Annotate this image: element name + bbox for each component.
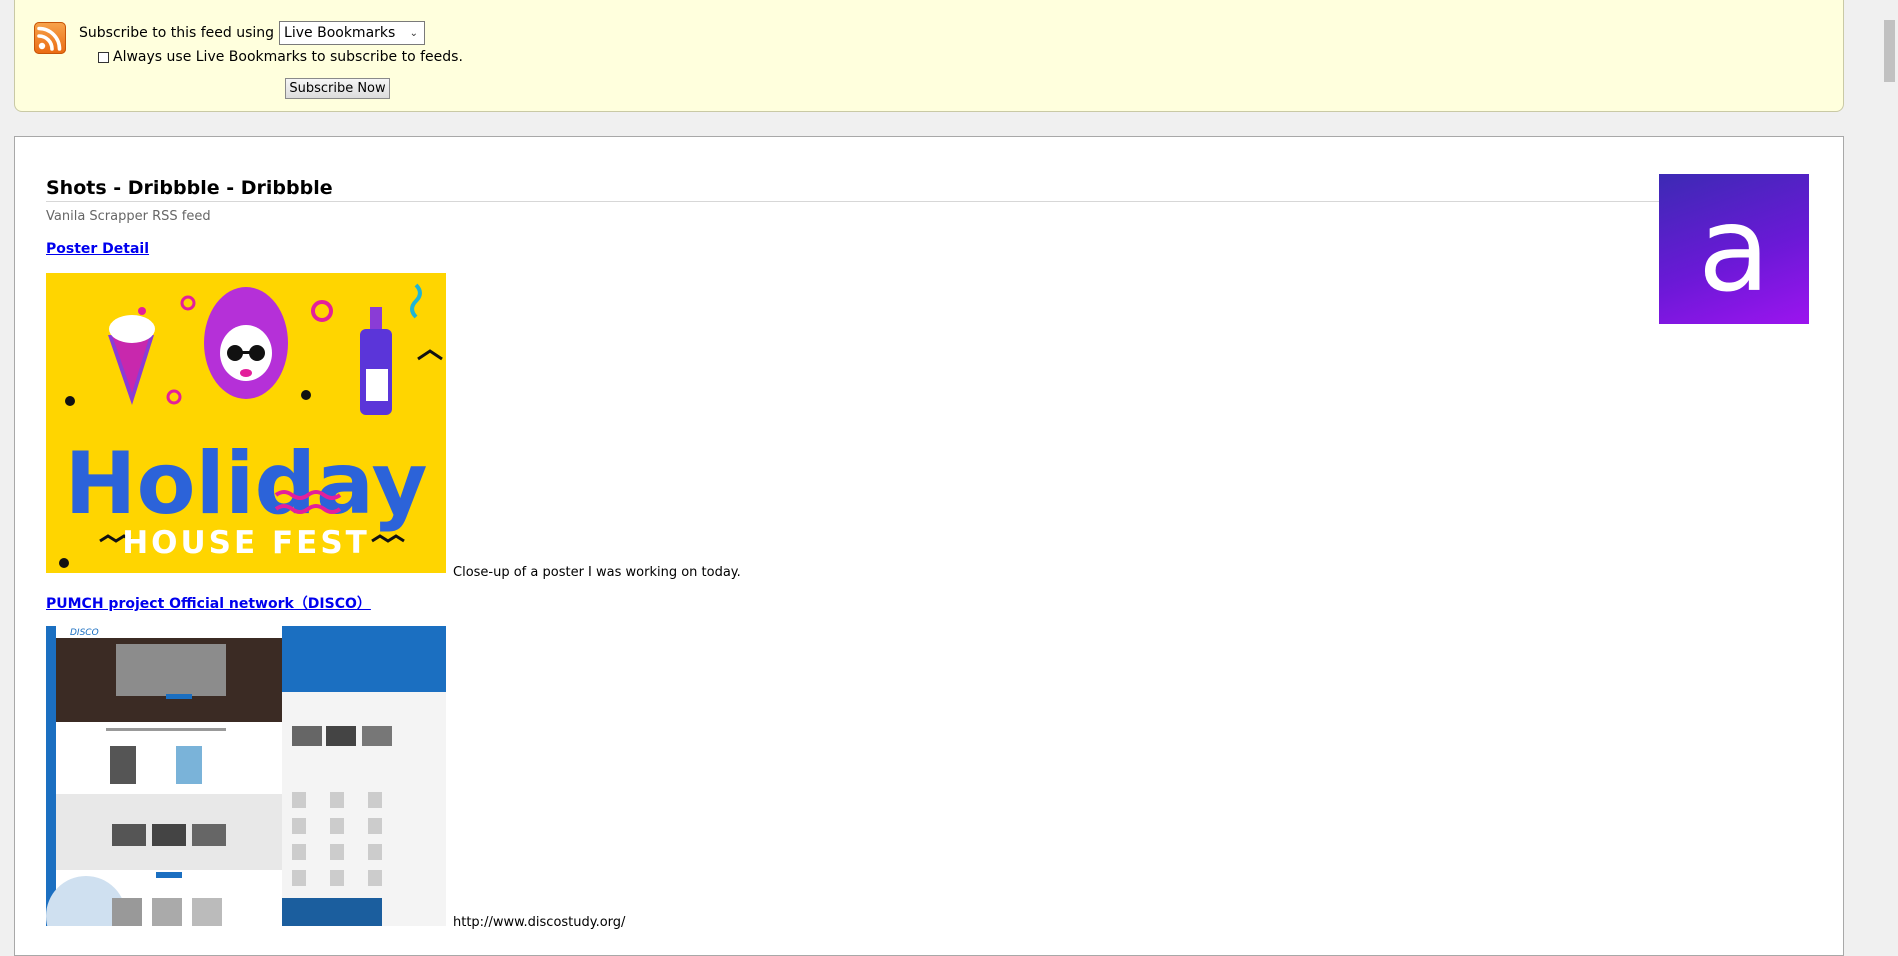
entry-description-disco: http://www.discostudy.org/ [453,915,626,930]
entry-image-holiday-poster[interactable]: Holiday HOUSE FEST [46,273,446,573]
rss-feed-icon [34,22,66,54]
feed-logo: a [1659,174,1809,324]
feed-reader-select[interactable]: Live Bookmarks ⌄ [279,21,426,45]
entry-image-disco-website[interactable]: DISCO [46,626,446,926]
always-use-checkbox[interactable] [98,51,109,63]
disco-brand-text: DISCO [70,628,99,638]
feed-reader-selected: Live Bookmarks [284,25,396,41]
subscribe-row: Subscribe to this feed using Live Bookma… [79,21,426,45]
poster-sub-text: HOUSE FEST [122,525,370,561]
subscribe-panel: Subscribe to this feed using Live Bookma… [14,0,1844,112]
vertical-scrollbar[interactable] [1881,0,1898,939]
chevron-down-icon: ⌄ [409,27,419,39]
subscribe-now-button[interactable]: Subscribe Now [285,78,390,99]
subscribe-label: Subscribe to this feed using [79,25,275,41]
always-use-row: Always use Live Bookmarks to subscribe t… [98,49,463,65]
entry-description-poster: Close-up of a poster I was working on to… [453,565,741,580]
entry-title-pumch-disco[interactable]: PUMCH project Official network（DISCO） [46,593,371,613]
entry-title-poster-detail[interactable]: Poster Detail [46,241,149,257]
feed-title: Shots - Dribbble - Dribbble [46,177,1686,202]
feed-subtitle: Vanila Scrapper RSS feed [46,209,211,224]
always-use-label: Always use Live Bookmarks to subscribe t… [113,49,463,65]
poster-main-text: Holiday [64,434,427,534]
scrollbar-thumb[interactable] [1884,20,1895,82]
feed-logo-letter: a [1697,180,1771,318]
feed-content: Shots - Dribbble - Dribbble Vanila Scrap… [14,136,1844,956]
